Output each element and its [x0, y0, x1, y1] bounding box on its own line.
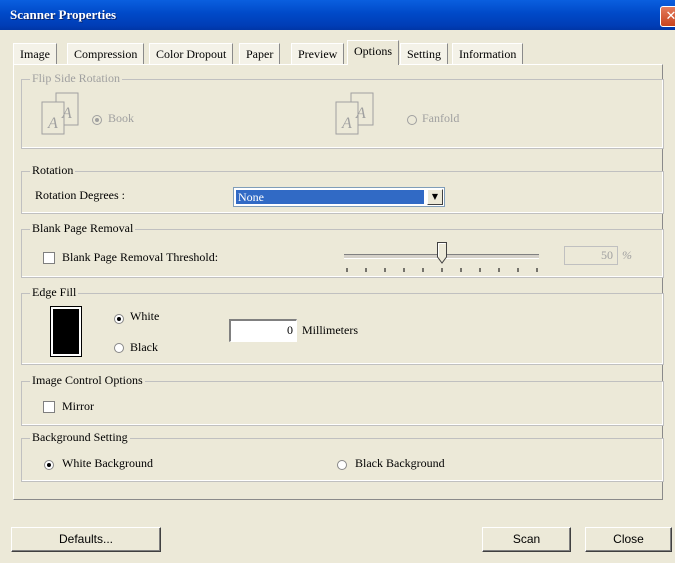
scanner-properties-window: Scanner Properties ✕ Image Compression C… — [0, 0, 675, 563]
edge-fill-black-label: Black — [130, 340, 158, 354]
tab-options[interactable]: Options — [347, 40, 400, 65]
close-window-button[interactable]: ✕ — [660, 6, 675, 27]
window-title: Scanner Properties — [10, 7, 117, 22]
close-button[interactable]: Close — [585, 527, 672, 552]
threshold-percent-unit: % — [622, 248, 632, 262]
white-background-radio[interactable] — [44, 460, 54, 470]
fanfold-label: Fanfold — [422, 111, 460, 125]
rotation-degrees-value: None — [236, 190, 424, 204]
tab-paper[interactable]: Paper — [239, 43, 281, 64]
tab-information[interactable]: Information — [452, 43, 524, 64]
threshold-value-field[interactable]: 50 — [564, 246, 618, 265]
tab-image[interactable]: Image — [13, 43, 57, 64]
image-control-options-title: Image Control Options — [30, 373, 145, 388]
close-icon: ✕ — [665, 9, 675, 24]
white-background-label: White Background — [62, 456, 153, 470]
rotation-group: Rotation Rotation Degrees : None ▼ — [21, 163, 664, 214]
black-background-radio[interactable] — [337, 460, 347, 470]
edge-fill-white-label: White — [130, 309, 160, 323]
edge-fill-white-radio[interactable] — [114, 314, 124, 324]
book-label: Book — [108, 111, 135, 125]
blank-page-removal-group: Blank Page Removal Blank Page Removal Th… — [21, 221, 664, 278]
mirror-label: Mirror — [62, 399, 94, 413]
flip-side-rotation-group: Flip Side Rotation A A Book A A Fanfold — [21, 71, 664, 149]
tab-preview[interactable]: Preview — [291, 43, 345, 64]
edge-fill-black-radio[interactable] — [114, 343, 124, 353]
threshold-slider-ticks — [346, 268, 538, 272]
blank-page-removal-title: Blank Page Removal — [30, 221, 136, 236]
fanfold-page-glyph-back: A — [355, 105, 366, 122]
millimeters-label: Millimeters — [302, 323, 358, 337]
mirror-checkbox[interactable] — [43, 401, 55, 413]
book-page-glyph-back: A — [61, 105, 72, 122]
chevron-down-icon[interactable]: ▼ — [427, 189, 443, 205]
rotation-title: Rotation — [30, 163, 76, 178]
blank-page-removal-threshold-label: Blank Page Removal Threshold: — [62, 250, 219, 264]
fanfold-pages-icon: A A — [335, 92, 374, 135]
fanfold-radio[interactable] — [407, 115, 417, 125]
title-bar[interactable]: Scanner Properties ✕ — [0, 0, 675, 30]
edge-fill-preview-swatch — [53, 309, 79, 354]
blank-page-removal-checkbox[interactable] — [43, 252, 55, 264]
image-control-options-group: Image Control Options Mirror — [21, 373, 664, 426]
edge-fill-group: Edge Fill White Black 0 Millimeters — [21, 285, 664, 365]
rotation-degrees-dropdown[interactable]: None ▼ — [233, 187, 445, 207]
defaults-button[interactable]: Defaults... — [11, 527, 161, 552]
book-radio[interactable] — [92, 115, 102, 125]
rotation-degrees-label: Rotation Degrees : — [35, 188, 125, 202]
book-page-glyph-front: A — [47, 115, 58, 132]
background-setting-title: Background Setting — [30, 430, 130, 445]
flip-side-rotation-title: Flip Side Rotation — [30, 71, 123, 86]
tab-color-dropout[interactable]: Color Dropout — [149, 43, 234, 64]
millimeters-input[interactable]: 0 — [229, 319, 297, 342]
threshold-slider-thumb[interactable] — [436, 242, 447, 264]
fanfold-page-glyph-front: A — [341, 115, 352, 132]
tab-compression[interactable]: Compression — [67, 43, 145, 64]
tab-setting[interactable]: Setting — [400, 43, 449, 64]
black-background-label: Black Background — [355, 456, 445, 470]
background-setting-group: Background Setting White Background Blac… — [21, 430, 664, 482]
scan-button[interactable]: Scan — [482, 527, 571, 552]
edge-fill-title: Edge Fill — [30, 285, 79, 300]
book-pages-icon: A A — [41, 92, 79, 135]
edge-fill-preview — [50, 306, 82, 357]
